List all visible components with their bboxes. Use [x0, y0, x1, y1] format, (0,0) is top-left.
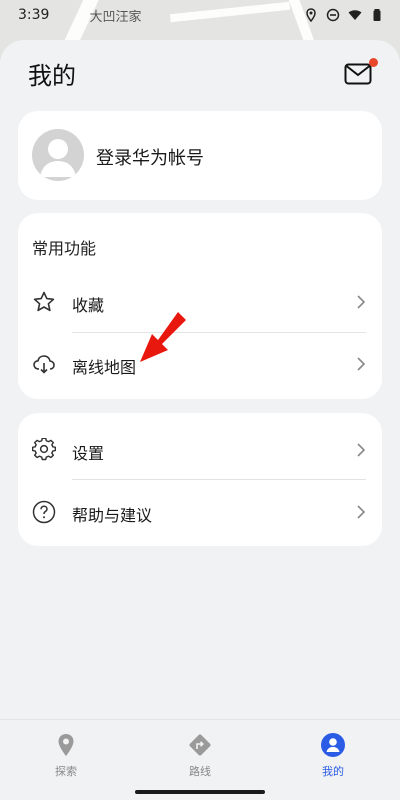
- status-time: 3:39: [18, 7, 50, 23]
- header: 我的: [0, 40, 400, 110]
- login-huawei-account-label: 登录华为帐号: [96, 148, 204, 169]
- offline-maps-label: 离线地图: [72, 358, 137, 377]
- settings-row[interactable]: 设置: [18, 421, 382, 479]
- status-bar: 3:39 大凹汪家: [0, 0, 400, 30]
- default-avatar-icon: [40, 139, 76, 177]
- cloud-download-icon: [33, 355, 55, 374]
- favorites-label: 收藏: [72, 296, 105, 315]
- mail-icon: [344, 63, 372, 85]
- account-card[interactable]: 登录华为帐号: [18, 111, 382, 200]
- chevron-right-icon: [357, 357, 366, 371]
- help-circle-icon: [32, 500, 56, 524]
- profile-sheet: 我的 登录华为帐号 常用功能 收藏 离线地图 设置 帮助与建议: [0, 40, 400, 800]
- avatar: [32, 129, 84, 181]
- chevron-right-icon: [357, 443, 366, 457]
- tab-label: 我的: [322, 765, 344, 778]
- chevron-right-icon: [357, 505, 366, 519]
- chevron-right-icon: [357, 295, 366, 309]
- location-pin-icon: [58, 734, 74, 756]
- tab-mine[interactable]: 我的: [293, 732, 373, 784]
- offline-maps-row[interactable]: 离线地图: [18, 335, 382, 393]
- wifi-icon: [348, 10, 362, 20]
- tab-label: 探索: [55, 765, 77, 778]
- tab-explore[interactable]: 探索: [26, 732, 106, 784]
- common-features-card: 常用功能 收藏 离线地图: [18, 213, 382, 399]
- do-not-disturb-icon: [326, 8, 340, 22]
- route-turn-icon: [189, 734, 211, 756]
- page-title: 我的: [28, 62, 76, 90]
- tab-route[interactable]: 路线: [160, 732, 240, 784]
- section-title: 常用功能: [32, 239, 97, 258]
- location-status-icon: [306, 8, 316, 22]
- help-feedback-label: 帮助与建议: [72, 506, 153, 525]
- map-place-label: 大凹汪家: [89, 9, 142, 25]
- gear-icon: [32, 438, 56, 461]
- settings-card: 设置 帮助与建议: [18, 413, 382, 546]
- star-icon: [33, 291, 55, 312]
- divider: [72, 332, 366, 333]
- tab-label: 路线: [189, 765, 211, 778]
- notification-dot: [369, 58, 378, 67]
- home-indicator[interactable]: [135, 790, 265, 794]
- divider: [72, 479, 366, 480]
- settings-label: 设置: [72, 444, 105, 463]
- bottom-tab-bar: 探索 路线 我的: [0, 719, 400, 800]
- favorites-row[interactable]: 收藏: [18, 273, 382, 331]
- battery-icon: [373, 9, 381, 21]
- person-icon: [321, 733, 345, 757]
- annotation-arrow-icon: [140, 312, 186, 362]
- messages-button[interactable]: [344, 58, 378, 88]
- help-feedback-row[interactable]: 帮助与建议: [18, 483, 382, 541]
